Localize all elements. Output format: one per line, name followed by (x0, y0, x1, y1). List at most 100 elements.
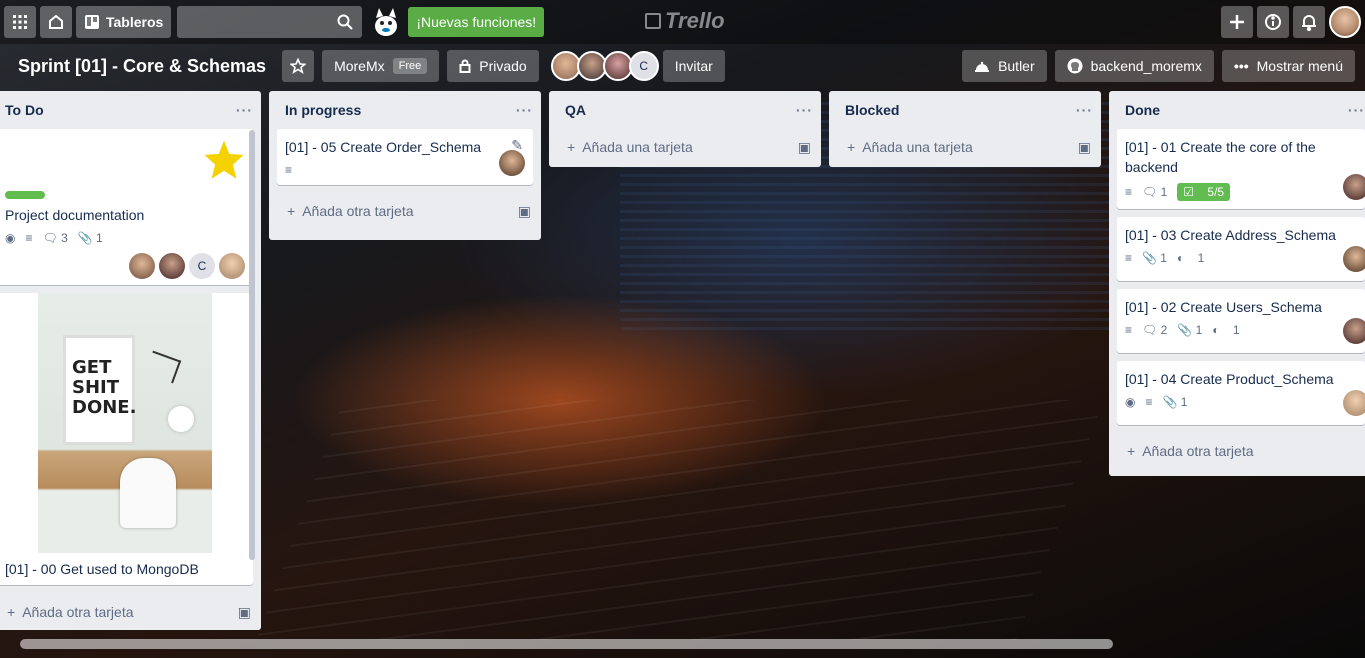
team-button[interactable]: MoreMx Free (322, 50, 440, 82)
list-done: Done ··· [01] - 01 Create the core of the… (1109, 91, 1365, 476)
add-card-label: Añada otra tarjeta (1142, 443, 1254, 459)
card[interactable]: GET SHIT DONE. [01] - 00 Get used to Mon… (0, 293, 253, 585)
show-menu-label: Mostrar menú (1256, 58, 1343, 74)
member-avatar[interactable] (1343, 390, 1365, 416)
card-label-green[interactable] (5, 191, 45, 199)
card[interactable]: [01] - 01 Create the core of the backend… (1117, 129, 1365, 209)
member-avatar[interactable] (1343, 318, 1365, 344)
add-card-button[interactable]: + Añada una tarjeta ▣ (549, 129, 821, 165)
description-icon: ≡ (1125, 323, 1133, 337)
butler-bell-icon (975, 61, 990, 72)
add-card-label: Añada una tarjeta (862, 139, 973, 155)
trello-logo[interactable]: Trello (645, 8, 725, 34)
comments-badge: 🗨 1 (1142, 185, 1168, 199)
board-header: Sprint [01] - Core & Schemas MoreMx Free… (0, 48, 1365, 84)
list-to-do: To Do ··· Project documentation ◉ ≡ 🗨 3 📎… (0, 91, 261, 630)
card-badges: ≡ 🗨 2 📎 1 ◐ 1 (1125, 323, 1357, 337)
card[interactable]: [01] - 03 Create Address_Schema ≡ 📎 1 ◐ … (1117, 217, 1365, 281)
boards-button[interactable]: Tableros (76, 6, 172, 38)
grid-icon (13, 15, 27, 29)
star-sticker-icon (199, 135, 249, 184)
card-template-icon[interactable]: ▣ (1078, 139, 1091, 156)
checklist-count: 5/5 (1207, 185, 1225, 199)
comments-badge: 🗨 2 (1142, 323, 1168, 337)
list-title[interactable]: Blocked (845, 102, 899, 118)
member-initial-avatar[interactable]: C (189, 253, 215, 279)
github-powerup-button[interactable]: backend_moremx (1054, 50, 1214, 82)
visibility-label: Privado (479, 58, 527, 74)
cover-lamp (144, 350, 182, 384)
attachments-badge: 📎 1 (1162, 395, 1188, 409)
create-button[interactable] (1221, 6, 1253, 38)
card-title: [01] - 04 Create Product_Schema (1125, 371, 1334, 387)
description-icon: ≡ (1145, 395, 1153, 409)
plus-icon (1230, 15, 1244, 29)
github-count: 1 (1232, 323, 1240, 337)
watching-eye-icon: ◉ (5, 231, 16, 245)
list-menu-icon[interactable]: ··· (516, 102, 533, 118)
card[interactable]: Project documentation ◉ ≡ 🗨 3 📎 1 C (0, 129, 253, 285)
attachments-badge: 📎 1 (77, 231, 103, 245)
plus-icon: + (287, 203, 296, 219)
info-icon (1265, 14, 1281, 30)
attachments-count: 1 (1160, 251, 1167, 265)
card[interactable]: [01] - 05 Create Order_Schema ✎ ≡ (277, 129, 533, 185)
search-input[interactable] (177, 6, 363, 38)
member-avatar[interactable] (219, 253, 245, 279)
list-title[interactable]: To Do (5, 102, 44, 118)
list-title[interactable]: QA (565, 102, 586, 118)
member-initial-avatar[interactable]: C (628, 51, 659, 81)
card-badges: ◉ ≡ 🗨 3 📎 1 (5, 231, 245, 245)
visibility-button[interactable]: Privado (447, 50, 539, 82)
list-title[interactable]: In progress (285, 102, 361, 118)
new-features-button[interactable]: ¡Nuevas funciones! (408, 7, 545, 37)
member-avatar[interactable] (159, 253, 185, 279)
show-menu-button[interactable]: ••• Mostrar menú (1221, 50, 1355, 82)
list-menu-icon[interactable]: ··· (236, 102, 253, 118)
apps-grid-button[interactable] (4, 6, 36, 38)
list-qa: QA ··· + Añada una tarjeta ▣ (549, 91, 821, 167)
add-card-label: Añada otra tarjeta (22, 604, 134, 620)
card[interactable]: [01] - 04 Create Product_Schema ◉ ≡ 📎 1 (1117, 361, 1365, 425)
add-card-button[interactable]: + Añada otra tarjeta ▣ (269, 193, 541, 229)
star-outline-icon (290, 58, 307, 74)
list-title[interactable]: Done (1125, 102, 1160, 118)
description-icon: ≡ (1125, 185, 1133, 199)
card-cover-image: GET SHIT DONE. (38, 293, 212, 553)
comments-count: 1 (1160, 185, 1168, 199)
taco-mascot-icon[interactable] (368, 4, 404, 40)
card-template-icon[interactable]: ▣ (518, 203, 531, 220)
add-card-button[interactable]: + Añada otra tarjeta ▣ (0, 594, 261, 630)
invite-button[interactable]: Invitar (662, 50, 725, 82)
list-menu-icon[interactable]: ··· (796, 102, 813, 118)
list-scrollbar[interactable] (249, 130, 255, 560)
card-template-icon[interactable]: ▣ (238, 604, 251, 621)
info-button[interactable] (1257, 6, 1289, 38)
github-label: backend_moremx (1090, 58, 1202, 74)
card[interactable]: [01] - 02 Create Users_Schema ≡ 🗨 2 📎 1 … (1117, 289, 1365, 353)
member-avatar[interactable] (1343, 246, 1365, 272)
card-badges: ≡ 🗨 1 ☑ 5/5 (1125, 183, 1357, 201)
add-card-button[interactable]: + Añada otra tarjeta (1109, 433, 1365, 469)
star-board-button[interactable] (282, 50, 315, 82)
board-icon (85, 15, 99, 29)
board-horizontal-scrollbar[interactable] (20, 639, 1113, 649)
home-button[interactable] (40, 6, 72, 38)
boards-label: Tableros (106, 14, 164, 30)
trello-logo-icon (645, 13, 661, 29)
card-title: [01] - 02 Create Users_Schema (1125, 299, 1322, 315)
attachments-count: 1 (1195, 323, 1203, 337)
card-template-icon[interactable]: ▣ (798, 139, 811, 156)
list-menu-icon[interactable]: ··· (1348, 102, 1365, 118)
list-menu-icon[interactable]: ··· (1076, 102, 1093, 118)
member-avatar[interactable] (499, 150, 525, 176)
user-avatar[interactable] (1329, 6, 1361, 38)
cover-globe-lamp (168, 406, 194, 432)
add-card-button[interactable]: + Añada una tarjeta ▣ (829, 129, 1101, 165)
member-avatar[interactable] (1343, 174, 1365, 200)
notifications-button[interactable] (1293, 6, 1325, 38)
member-avatar[interactable] (129, 253, 155, 279)
board-title[interactable]: Sprint [01] - Core & Schemas (10, 50, 274, 82)
butler-button[interactable]: Butler (962, 50, 1047, 82)
butler-label: Butler (998, 58, 1035, 74)
